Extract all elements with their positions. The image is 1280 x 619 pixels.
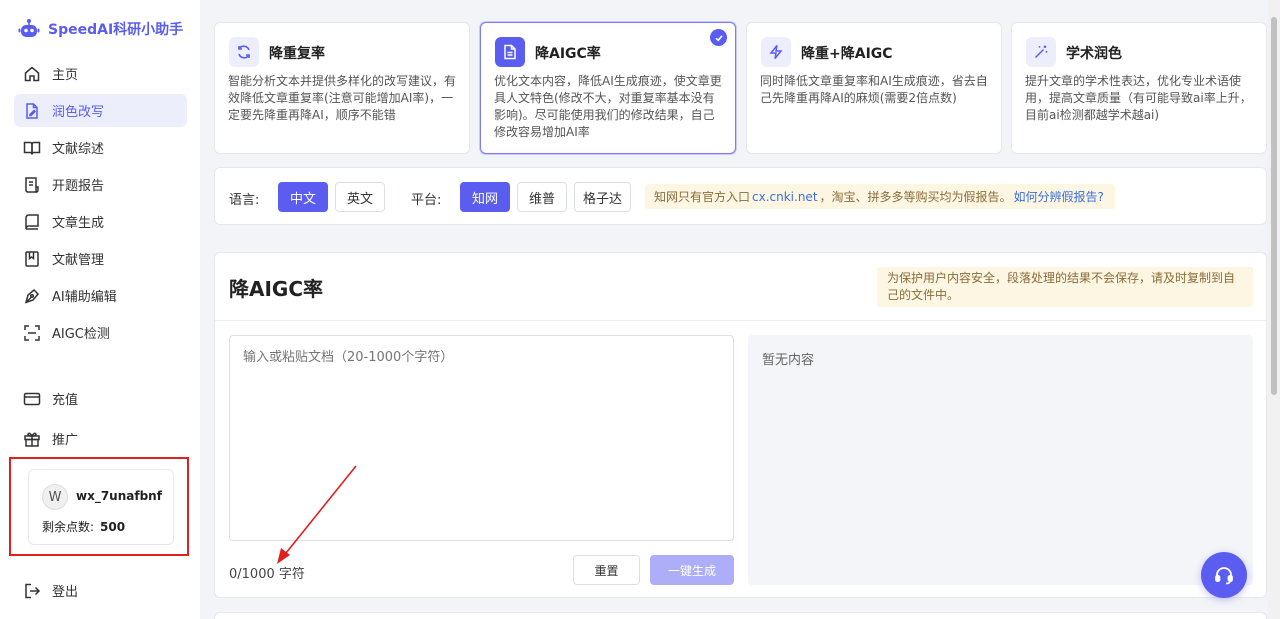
home-icon xyxy=(22,64,42,84)
gift-icon xyxy=(22,429,42,449)
mode-card-reduce-both[interactable]: 降重+降AIGC 同时降低文章重复率和AI生成痕迹，省去自己先降重再降AI的麻烦… xyxy=(746,22,1002,154)
sidebar-item-label: AIGC检测 xyxy=(52,327,110,342)
generate-button[interactable]: 一键生成 xyxy=(650,555,734,585)
customer-support-button[interactable] xyxy=(1201,552,1247,598)
fake-report-notice: 知网只有官方入口 cx.cnki.net ，淘宝、拼多多等购买均为假报告。 如何… xyxy=(645,184,1115,209)
sidebar-item-label: 开题报告 xyxy=(52,179,105,194)
sidebar-item-label: 推广 xyxy=(52,433,79,448)
points-value: 500 xyxy=(100,520,126,534)
reset-button[interactable]: 重置 xyxy=(573,555,640,585)
sidebar-item-aigc-detection[interactable]: AIGC检测 xyxy=(14,316,187,349)
document-icon xyxy=(495,37,525,67)
points-label: 剩余点数: xyxy=(42,520,95,534)
sidebar-item-article-generation[interactable]: 文章生成 xyxy=(14,205,187,238)
char-count: 0/1000 xyxy=(229,567,275,582)
bookmark-icon xyxy=(22,249,42,269)
user-card-highlight: W wx_7unafbnf 剩余点数: 500 xyxy=(9,457,189,556)
cnki-link[interactable]: cx.cnki.net xyxy=(752,190,818,204)
scan-icon xyxy=(22,323,42,343)
sidebar: SpeedAI科研小助手 主页 润色改写 文献综述 开题报告 文章生成 文献管理 xyxy=(0,0,200,619)
language-option-english[interactable]: 英文 xyxy=(335,182,385,212)
brand[interactable]: SpeedAI科研小助手 xyxy=(18,18,183,40)
magic-wand-icon xyxy=(1026,37,1056,67)
logout-label: 登出 xyxy=(52,585,79,600)
sidebar-item-label: AI辅助编辑 xyxy=(52,290,117,305)
sidebar-item-promotion[interactable]: 推广 xyxy=(14,422,187,455)
mode-description: 同时降低文章重复率和AI生成痕迹，省去自己先降重再降AI的麻烦(需要2倍点数) xyxy=(760,74,988,105)
editor-panel: 降AIGC率 为保护用户内容安全，段落处理的结果不会保存，请及时复制到自己的文件… xyxy=(214,252,1267,598)
sidebar-item-polish-rewrite[interactable]: 润色改写 xyxy=(14,94,187,127)
platform-option-cnki[interactable]: 知网 xyxy=(460,182,510,212)
remaining-points: 剩余点数: 500 xyxy=(42,518,125,535)
sidebar-nav: 主页 润色改写 文献综述 开题报告 文章生成 文献管理 AI辅助编辑 AIGC检… xyxy=(14,57,187,353)
notice-middle: ，淘宝、拼多多等购买均为假报告。 xyxy=(819,190,1012,204)
check-icon xyxy=(710,29,727,46)
mode-title: 降AIGC率 xyxy=(535,46,601,62)
lightning-icon xyxy=(761,37,791,67)
sidebar-item-label: 充值 xyxy=(52,393,79,408)
platform-label: 平台: xyxy=(411,193,442,208)
robot-logo-icon xyxy=(18,19,40,37)
mode-card-reduce-duplication[interactable]: 降重复率 智能分析文本并提供多样化的改写建议，有效降低文章重复率(注意可能增加A… xyxy=(214,22,470,154)
sidebar-item-literature-review[interactable]: 文献综述 xyxy=(14,131,187,164)
mode-description: 提升文章的学术性表达，优化专业术语使用，提高文章质量（有可能导致ai率上升，目前… xyxy=(1025,74,1252,122)
output-empty-text: 暂无内容 xyxy=(762,353,815,368)
char-unit: 字符 xyxy=(278,567,305,582)
sidebar-item-ai-edit[interactable]: AI辅助编辑 xyxy=(14,279,187,312)
options-bar: 语言: 中文 英文 平台: 知网 维普 格子达 知网只有官方入口 cx.cnki… xyxy=(214,167,1267,225)
page-scrollbar[interactable] xyxy=(1268,0,1280,619)
avatar: W xyxy=(42,484,68,510)
book-open-icon xyxy=(22,138,42,158)
mode-card-academic-polish[interactable]: 学术润色 提升文章的学术性表达，优化专业术语使用，提高文章质量（有可能导致ai率… xyxy=(1011,22,1267,154)
article-icon xyxy=(22,212,42,232)
next-panel-edge xyxy=(214,612,1267,619)
sidebar-item-label: 主页 xyxy=(52,68,79,83)
editor-title: 降AIGC率 xyxy=(229,277,324,301)
how-to-identify-link[interactable]: 如何分辨假报告? xyxy=(1014,188,1104,205)
credit-card-icon xyxy=(22,389,42,409)
sidebar-item-recharge[interactable]: 充值 xyxy=(14,382,187,415)
headset-icon xyxy=(1215,567,1233,585)
brand-name: SpeedAI科研小助手 xyxy=(48,22,184,38)
logout-button[interactable]: 登出 xyxy=(14,574,187,607)
mode-card-reduce-aigc[interactable]: 降AIGC率 优化文本内容，降低AI生成痕迹，使文章更具人文特色(修改不大，对重… xyxy=(480,22,736,154)
save-warning-tip: 为保护用户内容安全，段落处理的结果不会保存，请及时复制到自己的文件中。 xyxy=(877,267,1253,307)
edit-doc-icon xyxy=(22,101,42,121)
platform-option-gezida[interactable]: 格子达 xyxy=(574,182,631,212)
output-panel: 暂无内容 xyxy=(748,335,1253,585)
input-textarea[interactable] xyxy=(229,335,734,541)
pen-nib-icon xyxy=(22,286,42,306)
logout-area: 登出 xyxy=(14,574,187,611)
sidebar-item-literature-management[interactable]: 文献管理 xyxy=(14,242,187,275)
char-counter: 0/1000 字符 xyxy=(229,563,305,582)
sidebar-item-label: 文献管理 xyxy=(52,253,105,268)
username: wx_7unafbnf xyxy=(76,489,162,503)
language-option-chinese[interactable]: 中文 xyxy=(278,182,328,212)
sidebar-item-label: 润色改写 xyxy=(52,105,105,120)
refresh-icon xyxy=(229,37,259,67)
report-icon xyxy=(22,175,42,195)
mode-title: 学术润色 xyxy=(1066,46,1122,62)
logout-icon xyxy=(22,581,42,601)
language-label: 语言: xyxy=(229,193,260,208)
notice-prefix: 知网只有官方入口 xyxy=(654,190,751,204)
mode-title: 降重+降AIGC xyxy=(801,46,893,62)
divider xyxy=(215,320,1266,321)
sidebar-bottom-nav: 充值 推广 xyxy=(14,382,187,462)
mode-title: 降重复率 xyxy=(269,46,325,62)
sidebar-item-proposal-report[interactable]: 开题报告 xyxy=(14,168,187,201)
sidebar-item-home[interactable]: 主页 xyxy=(14,57,187,90)
sidebar-item-label: 文献综述 xyxy=(52,142,105,157)
sidebar-item-label: 文章生成 xyxy=(52,216,105,231)
user-card[interactable]: W wx_7unafbnf 剩余点数: 500 xyxy=(28,469,174,545)
scrollbar-thumb[interactable] xyxy=(1271,17,1277,395)
mode-description: 智能分析文本并提供多样化的改写建议，有效降低文章重复率(注意可能增加AI率)，一… xyxy=(228,74,457,122)
platform-option-vip[interactable]: 维普 xyxy=(517,182,567,212)
mode-description: 优化文本内容，降低AI生成痕迹，使文章更具人文特色(修改不大，对重复率基本没有影… xyxy=(494,74,722,139)
